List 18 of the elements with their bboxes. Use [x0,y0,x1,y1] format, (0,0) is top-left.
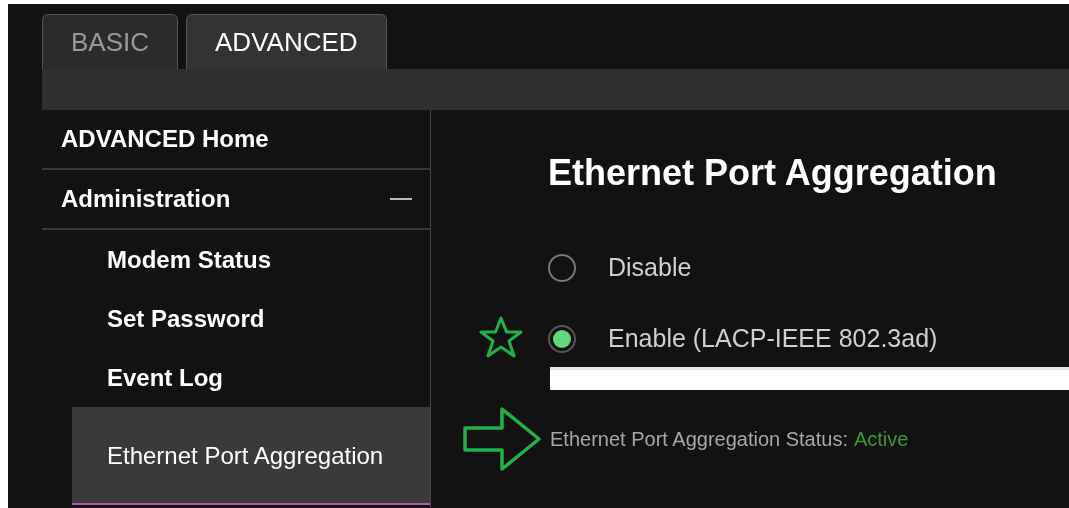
sidebar-subitem[interactable]: Modem Status [42,230,430,289]
tab[interactable]: ADVANCED [186,14,387,69]
sidebar-subitem[interactable]: Ethernet Port Aggregation [72,407,430,505]
collapse-icon[interactable] [390,197,412,201]
tab[interactable]: BASIC [42,14,179,69]
sidebar-item[interactable]: Administration [42,170,430,230]
star-icon [478,315,524,359]
sidebar-item[interactable]: ADVANCED Home [42,110,430,170]
arrow-icon [462,406,542,472]
status-label: Ethernet Port Aggregation Status: [550,427,848,451]
radio-button[interactable] [548,324,576,353]
sidebar-subitem[interactable]: Set Password [42,289,430,348]
radio-button[interactable] [548,253,576,282]
sidebar-subitem[interactable]: Event Log [42,348,430,407]
radio-label: Enable (LACP-IEEE 802.3ad) [608,324,938,353]
radio-label: Disable [608,253,692,282]
page-title: Ethernet Port Aggregation [548,152,998,195]
status-value: Active [853,427,909,451]
